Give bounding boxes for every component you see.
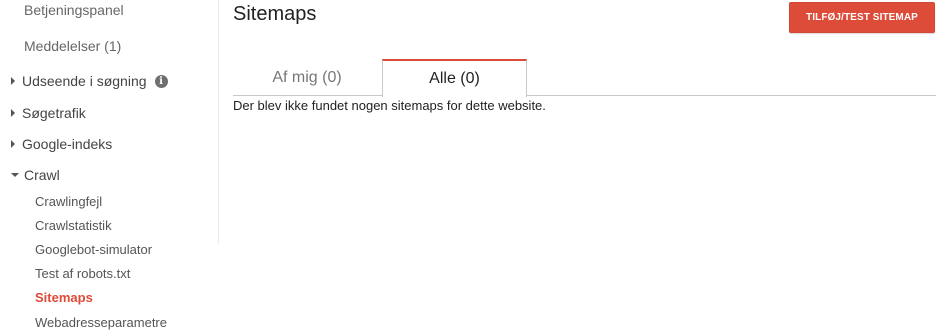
info-icon[interactable]: i [154, 74, 168, 88]
sidebar-group-crawl[interactable]: Crawl [11, 167, 60, 183]
empty-state-message: Der blev ikke fundet nogen sitemaps for … [233, 98, 546, 113]
tab-all-label: Alle (0) [429, 70, 480, 87]
caret-right-icon [11, 77, 15, 85]
sidebar-item-sitemaps[interactable]: Sitemaps [35, 290, 93, 305]
sidebar-item-crawl-stats[interactable]: Crawlstatistik [35, 218, 112, 233]
caret-right-icon [11, 109, 15, 117]
sidebar-group-label: Søgetrafik [22, 105, 86, 121]
sidebar-item-dashboard[interactable]: Betjeningspanel [24, 2, 124, 18]
tab-all[interactable]: Alle (0) [382, 59, 527, 98]
sidebar-item-robots-tester[interactable]: Test af robots.txt [35, 266, 130, 281]
sidebar-group-label: Crawl [24, 167, 60, 183]
sidebar-group-label: Udseende i søgning [22, 73, 147, 89]
sidebar-group-google-index[interactable]: Google-indeks [11, 136, 112, 152]
sidebar-item-messages[interactable]: Meddelelser (1) [24, 38, 121, 54]
add-test-sitemap-button[interactable]: TILFØJ/TEST SITEMAP [789, 2, 935, 33]
caret-down-icon [11, 173, 19, 177]
sidebar-group-label: Google-indeks [22, 136, 113, 152]
sidebar-item-url-parameters[interactable]: Webadresseparametre [35, 315, 167, 330]
sidebar-item-fetch-as-google[interactable]: Googlebot-simulator [35, 242, 152, 257]
page-title: Sitemaps [233, 3, 317, 25]
sidebar-nav: Betjeningspanel Meddelelser (1) Udseende… [0, 0, 219, 330]
sidebar-group-search-traffic[interactable]: Søgetrafik [11, 105, 86, 121]
sidebar-item-crawl-errors[interactable]: Crawlingfejl [35, 194, 102, 209]
tabs-divider [233, 95, 936, 96]
caret-right-icon [11, 140, 15, 148]
sidebar-group-search-appearance[interactable]: Udseende i søgning i [11, 73, 168, 89]
tab-active-cover [383, 96, 526, 98]
tab-by-me[interactable]: Af mig (0) [233, 61, 381, 95]
